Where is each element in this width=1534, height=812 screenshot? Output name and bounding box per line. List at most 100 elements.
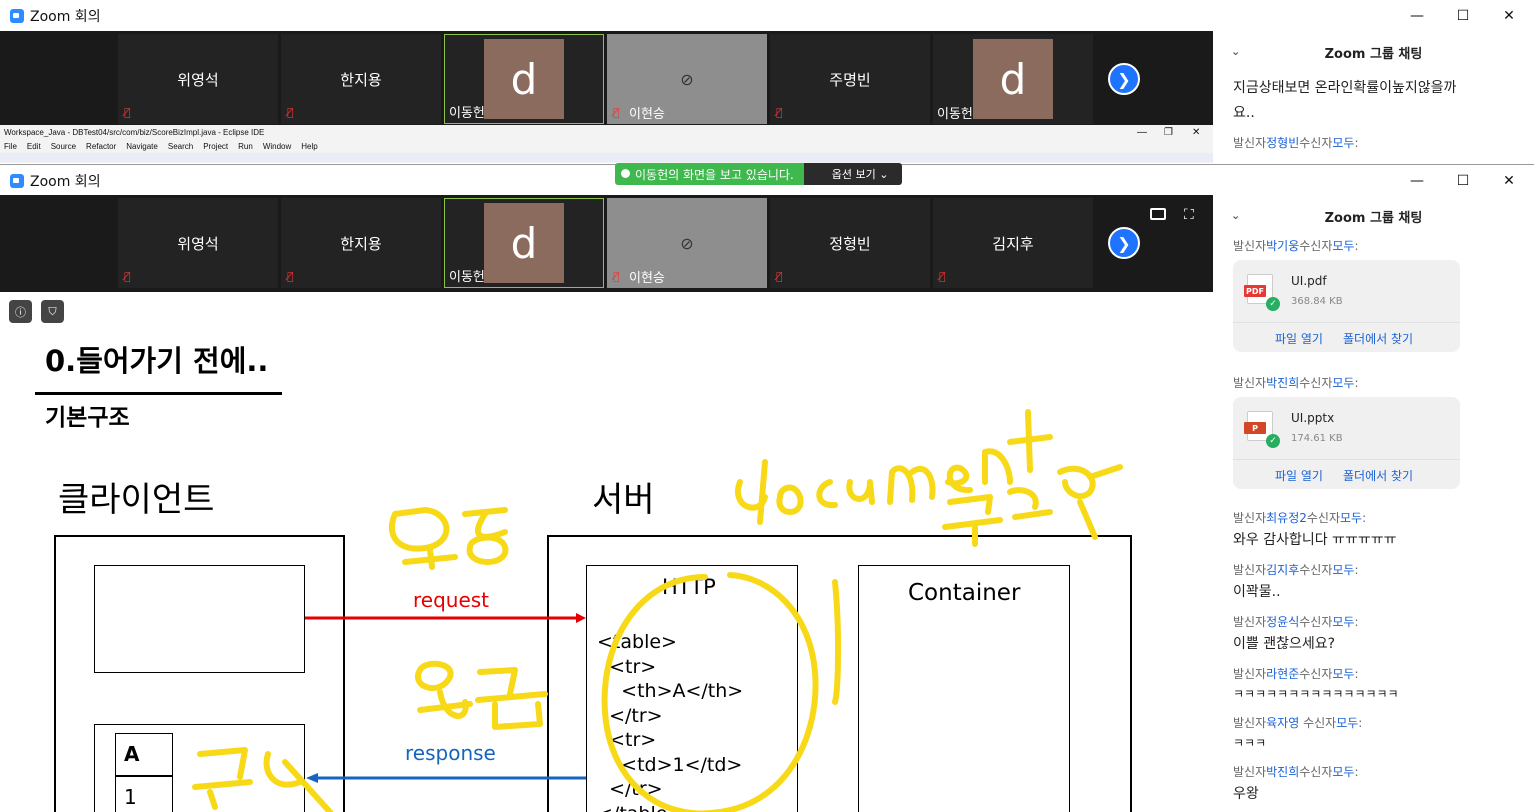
sender-name[interactable]: 라현준 [1266,667,1299,681]
participant-tile[interactable]: ⊘ 🎙̸ 이현승 [607,34,767,124]
close-button[interactable]: ✕ [1486,165,1532,196]
sender-name[interactable]: 박진희 [1266,376,1299,390]
zoom-window-background: Zoom 회의 — ☐ ✕ 위영석 🎙̸ 한지용 🎙̸ d 이동헌 ⊘ 🎙̸ 이… [0,0,1534,163]
chevron-down-icon[interactable]: ⌄ [1231,209,1240,222]
meta-suffix: : [1362,511,1367,525]
participant-tile[interactable]: 정형빈 🎙̸ [770,198,930,288]
participant-tile[interactable]: d 이동헌 [444,34,604,124]
recipient-name[interactable]: 모두 [1332,136,1354,150]
close-button[interactable]: ✕ [1486,0,1532,31]
response-arrowhead [306,773,318,783]
participant-strip: 위영석 🎙̸ 한지용 🎙̸ d 이동헌 ⊘ 🎙̸ 이현승 주명빈 🎙̸ d 이동… [0,31,1213,125]
participant-name: 위영석 [177,70,219,89]
participant-strip: 위영석 🎙̸ 한지용 🎙̸ d 이동헌 ⊘ 🎙̸ 이현승 정형빈 🎙̸ 김지후 … [0,195,1213,292]
participant-tile[interactable]: 한지용 🎙̸ [281,198,441,288]
check-icon: ✓ [1266,297,1280,311]
participant-name: 이동헌 [937,107,973,122]
gallery-layout-icon[interactable] [1150,208,1166,220]
recipient-name[interactable]: 모두 [1332,667,1354,681]
menu-item[interactable]: File [4,142,17,151]
menu-item[interactable]: Window [263,142,291,151]
sender-name[interactable]: 김지후 [1266,563,1299,577]
meta-suffix: : [1354,136,1359,150]
minimize-button[interactable]: — [1394,0,1440,31]
mic-muted-icon: 🎙̸ [776,270,783,283]
recipient-name[interactable]: 모두 [1332,765,1354,779]
menu-item[interactable]: Source [51,142,76,151]
next-page-button[interactable]: ❯ [1108,227,1140,259]
open-file-button[interactable]: 파일 열기 [1275,330,1323,347]
chat-message: 우왕 [1233,786,1259,802]
request-arrowhead [576,613,586,623]
participant-tile[interactable]: d 이동헌 [444,198,604,288]
menu-item[interactable]: Project [203,142,228,151]
sender-name[interactable]: 정형빈 [1266,136,1299,150]
menu-item[interactable]: Search [168,142,193,151]
open-file-button[interactable]: 파일 열기 [1275,467,1323,484]
menu-item[interactable]: Navigate [126,142,158,151]
mic-muted-icon: 🎙̸ [287,106,294,119]
eclipse-restore-icon[interactable]: ❐ [1164,127,1173,138]
meta-mid: 수신자 [1299,239,1333,253]
diagram-overlay [192,409,1123,812]
sender-name[interactable]: 박기웅 [1266,239,1299,253]
participant-name: 위영석 [177,234,219,253]
chat-message: 이쁠 괜찮으세요? [1233,636,1336,652]
chat-message: ㅋㅋㅋ [1233,736,1267,750]
chat-meta: 발신자라현준수신자모두: [1213,665,1534,682]
participant-name: 주명빈 [829,70,871,89]
meta-mid: 수신자 [1299,615,1333,629]
pdf-file-icon: PDF ✓ [1244,274,1280,311]
recipient-name[interactable]: 모두 [1332,615,1354,629]
avatar: d [484,39,564,119]
participant-tile[interactable]: 주명빈 🎙̸ [770,34,930,124]
file-card: P ✓ UI.pptx 174.61 KB 파일 열기 폴더에서 찾기 [1233,397,1460,489]
avatar: d [973,39,1053,119]
next-page-button[interactable]: ❯ [1108,63,1140,95]
participant-tile[interactable]: 한지용 🎙̸ [281,34,441,124]
maximize-button[interactable]: ☐ [1440,0,1486,31]
show-in-folder-button[interactable]: 폴더에서 찾기 [1343,467,1413,484]
sender-name[interactable]: 육자영 [1266,716,1303,730]
eclipse-minimize-icon[interactable]: — [1137,127,1147,138]
recipient-name[interactable]: 모두 [1332,563,1354,577]
recipient-name[interactable]: 모두 [1332,239,1354,253]
meta-mid: 수신자 [1299,765,1333,779]
menu-item[interactable]: Help [301,142,317,151]
participant-name: 이현승 [629,271,665,286]
sender-name[interactable]: 정윤식 [1266,615,1299,629]
recipient-name[interactable]: 모두 [1340,511,1362,525]
mic-muted-icon: 🎙̸ [613,270,620,283]
zoom-logo-icon [10,173,24,188]
fullscreen-icon[interactable]: ⛶ [1184,207,1194,223]
maximize-button[interactable]: ☐ [1440,165,1486,196]
participant-tile[interactable]: 위영석 🎙̸ [118,34,278,124]
recipient-name[interactable]: 모두 [1336,716,1358,730]
view-options-button[interactable]: 옵션 보기 ⌄ [803,163,903,185]
recipient-name[interactable]: 모두 [1332,376,1354,390]
menu-item[interactable]: Refactor [86,142,116,151]
show-in-folder-button[interactable]: 폴더에서 찾기 [1343,330,1413,347]
eclipse-close-icon[interactable]: ✕ [1192,127,1200,138]
chevron-down-icon[interactable]: ⌄ [1231,45,1240,58]
window-title: Zoom 회의 [30,8,101,25]
zoom-logo-icon [10,8,24,23]
chat-panel: ⌄ Zoom 그룹 채팅 지금상태보면 온라인확률이높지않을까요.. 발신자정형… [1213,31,1534,151]
participant-tile[interactable]: ⊘ 🎙̸ 이현승 [607,198,767,288]
participant-tile[interactable]: d 이동헌 [933,34,1093,124]
file-size: 368.84 KB [1291,296,1343,307]
participant-tile[interactable]: 위영석 🎙̸ [118,198,278,288]
meta-suffix: : [1354,376,1359,390]
mic-muted-icon: 🎙̸ [776,106,783,119]
sender-name[interactable]: 박진희 [1266,765,1299,779]
menu-item[interactable]: Run [238,142,253,151]
minimize-button[interactable]: — [1394,165,1440,196]
video-off-icon: ⊘ [680,69,694,89]
meta-prefix: 발신자 [1233,765,1267,779]
participant-tile[interactable]: 김지후 🎙̸ [933,198,1093,288]
menu-item[interactable]: Edit [27,142,41,151]
title-bar: Zoom 회의 [0,0,1534,31]
sender-name[interactable]: 최유정2 [1266,511,1307,525]
mic-muted-icon: 🎙̸ [124,106,131,119]
meta-prefix: 발신자 [1233,511,1267,525]
